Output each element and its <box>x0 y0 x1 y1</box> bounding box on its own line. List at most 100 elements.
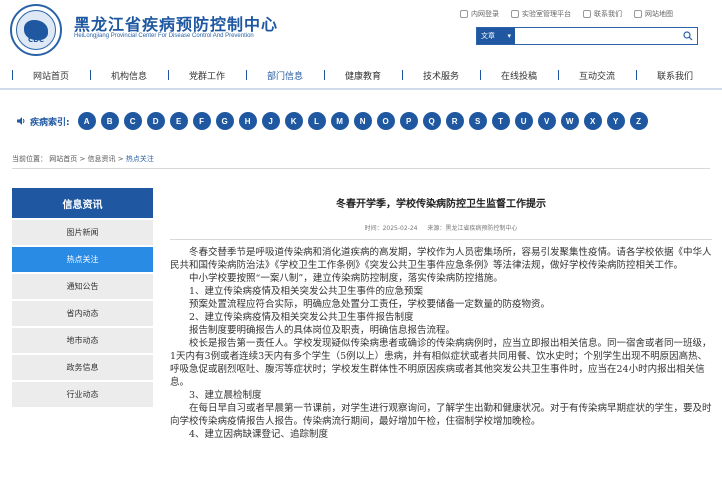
sidebar: 信息资讯 图片新闻 热点关注 通知公告 省内动态 地市动态 政务信息 行业动态 <box>12 188 153 407</box>
breadcrumb-divider <box>12 168 710 169</box>
index-letter-c[interactable]: C <box>123 112 142 130</box>
index-letter-r[interactable]: R <box>445 112 464 130</box>
breadcrumb: 当前位置： 网站首页 > 信息资讯 > 热点关注 <box>12 154 154 164</box>
search-icon <box>683 31 693 41</box>
top-link-sitemap[interactable]: 网站地图 <box>634 9 673 19</box>
breadcrumb-info[interactable]: 信息资讯 <box>88 155 116 163</box>
nav-item-contact[interactable]: 联系我们 <box>636 69 714 82</box>
article-paragraph: 3、建立晨检制度 <box>189 390 262 401</box>
disease-index-label: 疾病索引: <box>16 115 70 128</box>
article-paragraph: 预案处置流程应符合实际，明确应急处置分工责任，学校要储备一定数量的防疫物资。 <box>189 299 551 310</box>
breadcrumb-separator: > <box>79 155 88 163</box>
sidebar-item-province-news[interactable]: 省内动态 <box>12 301 153 326</box>
nav-divider <box>0 88 722 90</box>
site-subtitle: HeiLongjiang Provincial Center For Disea… <box>74 33 254 39</box>
top-link-lab[interactable]: 实验室管理平台 <box>511 9 571 19</box>
article-meta: 时间：2025-02-24 来源：黑龙江省疾病预防控制中心 <box>170 223 712 232</box>
nav-item-tech[interactable]: 技术服务 <box>402 69 480 82</box>
index-letter-w[interactable]: W <box>560 112 579 130</box>
top-link-label: 内网登录 <box>471 10 499 18</box>
logo-emblem-icon: CDC <box>16 10 56 50</box>
nav-item-health-edu[interactable]: 健康教育 <box>324 69 402 82</box>
article: 冬春开学季，学校传染病防控卫生监督工作提示 时间：2025-02-24 来源：黑… <box>170 188 712 441</box>
index-letter-t[interactable]: T <box>491 112 510 130</box>
letter-list: ABCDEFGHJKLMNOPQRSTUVWXYZ <box>77 112 648 130</box>
article-divider <box>170 239 712 240</box>
lab-icon <box>511 10 519 18</box>
index-letter-n[interactable]: N <box>353 112 372 130</box>
site-header: CDC 黑龙江省疾病预防控制中心 HeiLongjiang Provincial… <box>0 0 722 58</box>
index-letter-f[interactable]: F <box>192 112 211 130</box>
disease-index: 疾病索引: ABCDEFGHJKLMNOPQRSTUVWXYZ <box>16 111 648 131</box>
article-body: 冬春交替季节是呼吸道传染病和消化道疾病的高发期，学校作为人员密集场所，容易引发聚… <box>170 246 712 441</box>
top-link-label: 联系我们 <box>594 10 622 18</box>
index-letter-q[interactable]: Q <box>422 112 441 130</box>
index-letter-h[interactable]: H <box>238 112 257 130</box>
speaker-icon <box>17 117 25 125</box>
index-letter-b[interactable]: B <box>100 112 119 130</box>
index-letter-p[interactable]: P <box>399 112 418 130</box>
site-logo[interactable]: CDC <box>10 4 62 56</box>
index-letter-e[interactable]: E <box>169 112 188 130</box>
article-paragraph: 校长是报告第一责任人。学校发现疑似传染病患者或确诊的传染病病例时，应当立即报出相… <box>170 338 712 388</box>
chevron-down-icon: ▾ <box>507 32 511 40</box>
index-letter-m[interactable]: M <box>330 112 349 130</box>
breadcrumb-current[interactable]: 热点关注 <box>126 155 154 163</box>
index-letter-d[interactable]: D <box>146 112 165 130</box>
nav-item-org[interactable]: 机构信息 <box>90 69 168 82</box>
sidebar-item-hot-topics[interactable]: 热点关注 <box>12 247 153 272</box>
sitemap-icon <box>634 10 642 18</box>
index-letter-y[interactable]: Y <box>606 112 625 130</box>
article-source: 来源：黑龙江省疾病预防控制中心 <box>427 225 518 232</box>
sidebar-item-photo-news[interactable]: 图片新闻 <box>12 220 153 245</box>
search-bar: 文章 ▾ <box>476 27 698 45</box>
nav-item-info[interactable]: 部门信息 <box>246 69 324 82</box>
breadcrumb-prefix: 当前位置： <box>12 155 47 163</box>
index-letter-j[interactable]: J <box>261 112 280 130</box>
breadcrumb-home[interactable]: 网站首页 <box>49 155 77 163</box>
nav-item-interact[interactable]: 互动交流 <box>558 69 636 82</box>
nav-item-home[interactable]: 网站首页 <box>12 69 90 82</box>
top-link-label: 实验室管理平台 <box>522 10 571 18</box>
nav-item-submit[interactable]: 在线投稿 <box>480 69 558 82</box>
search-scope-select[interactable]: 文章 ▾ <box>477 28 515 44</box>
top-link-login[interactable]: 内网登录 <box>460 9 499 19</box>
article-paragraph: 在每日早自习或者早晨第一节课前，对学生进行观察询问，了解学生出勤和健康状况。对于… <box>170 403 712 427</box>
index-letter-l[interactable]: L <box>307 112 326 130</box>
search-scope-label: 文章 <box>481 32 495 40</box>
article-paragraph: 1、建立传染病疫情及相关突发公共卫生事件的应急预案 <box>189 286 424 297</box>
article-paragraph: 4、建立因病缺课登记、追踪制度 <box>189 429 329 440</box>
index-letter-o[interactable]: O <box>376 112 395 130</box>
sidebar-title: 信息资讯 <box>12 188 153 218</box>
index-letter-k[interactable]: K <box>284 112 303 130</box>
article-paragraph: 冬春交替季节是呼吸道传染病和消化道疾病的高发期，学校作为人员密集场所，容易引发聚… <box>170 247 712 271</box>
article-title: 冬春开学季，学校传染病防控卫生监督工作提示 <box>336 199 546 210</box>
article-time: 时间：2025-02-24 <box>364 225 418 232</box>
article-paragraph: 报告制度要明确报告人的具体岗位及职责，明确信息报告流程。 <box>189 325 456 336</box>
login-icon <box>460 10 468 18</box>
main-nav: 网站首页 机构信息 党群工作 部门信息 健康教育 技术服务 在线投稿 互动交流 … <box>0 62 722 88</box>
index-letter-g[interactable]: G <box>215 112 234 130</box>
index-letter-u[interactable]: U <box>514 112 533 130</box>
index-letter-v[interactable]: V <box>537 112 556 130</box>
top-links: 内网登录 实验室管理平台 联系我们 网站地图 <box>460 9 673 19</box>
sidebar-item-gov-info[interactable]: 政务信息 <box>12 355 153 380</box>
index-letter-z[interactable]: Z <box>629 112 648 130</box>
top-link-label: 网站地图 <box>645 10 673 18</box>
article-paragraph: 2、建立传染病疫情及相关突发公共卫生事件报告制度 <box>189 312 414 323</box>
site-title[interactable]: 黑龙江省疾病预防控制中心 <box>74 11 278 35</box>
top-link-contact[interactable]: 联系我们 <box>583 9 622 19</box>
logo-text: CDC <box>27 36 45 44</box>
nav-item-party[interactable]: 党群工作 <box>168 69 246 82</box>
sidebar-item-notices[interactable]: 通知公告 <box>12 274 153 299</box>
sidebar-item-industry-news[interactable]: 行业动态 <box>12 382 153 407</box>
disease-index-text: 疾病索引: <box>30 117 70 128</box>
index-letter-a[interactable]: A <box>77 112 96 130</box>
breadcrumb-separator: > <box>117 155 126 163</box>
search-input[interactable] <box>515 28 679 44</box>
contact-icon <box>583 10 591 18</box>
index-letter-x[interactable]: X <box>583 112 602 130</box>
search-button[interactable] <box>679 28 697 44</box>
sidebar-item-city-news[interactable]: 地市动态 <box>12 328 153 353</box>
index-letter-s[interactable]: S <box>468 112 487 130</box>
